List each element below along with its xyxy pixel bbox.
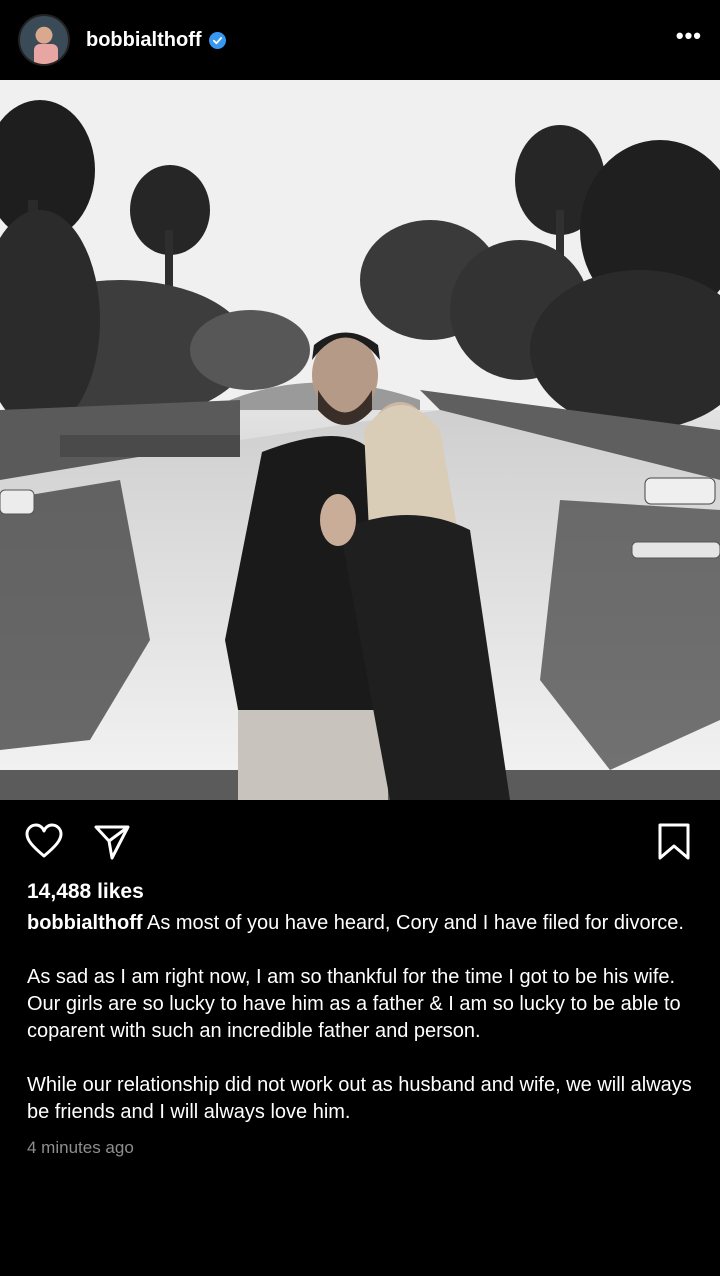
- avatar[interactable]: [18, 14, 70, 66]
- post-timestamp: 4 minutes ago: [27, 1138, 134, 1157]
- like-count[interactable]: 14,488 likes: [27, 878, 697, 905]
- instagram-post: bobbialthoff ••• 14,488 likes bobbialtho…: [0, 0, 720, 1276]
- post-header: bobbialthoff •••: [0, 0, 720, 80]
- more-options-icon[interactable]: •••: [676, 25, 702, 55]
- bookmark-icon[interactable]: [654, 822, 694, 862]
- action-bar: [0, 800, 720, 880]
- verified-badge-icon: [208, 31, 226, 49]
- caption-username[interactable]: bobbialthoff: [27, 912, 143, 934]
- heart-icon[interactable]: [24, 822, 64, 862]
- paper-plane-icon[interactable]: [92, 822, 132, 862]
- caption-text: As most of you have heard, Cory and I ha…: [142, 912, 684, 934]
- username[interactable]: bobbialthoff: [86, 29, 202, 52]
- caption-first-paragraph: bobbialthoff As most of you have heard, …: [27, 910, 697, 937]
- caption-second-paragraph: As sad as I am right now, I am so thankf…: [27, 966, 681, 1042]
- caption-third-paragraph: While our relationship did not work out …: [27, 1074, 692, 1123]
- caption-area: 14,488 likes bobbialthoff As most of you…: [27, 878, 697, 1161]
- post-photo[interactable]: [0, 80, 720, 800]
